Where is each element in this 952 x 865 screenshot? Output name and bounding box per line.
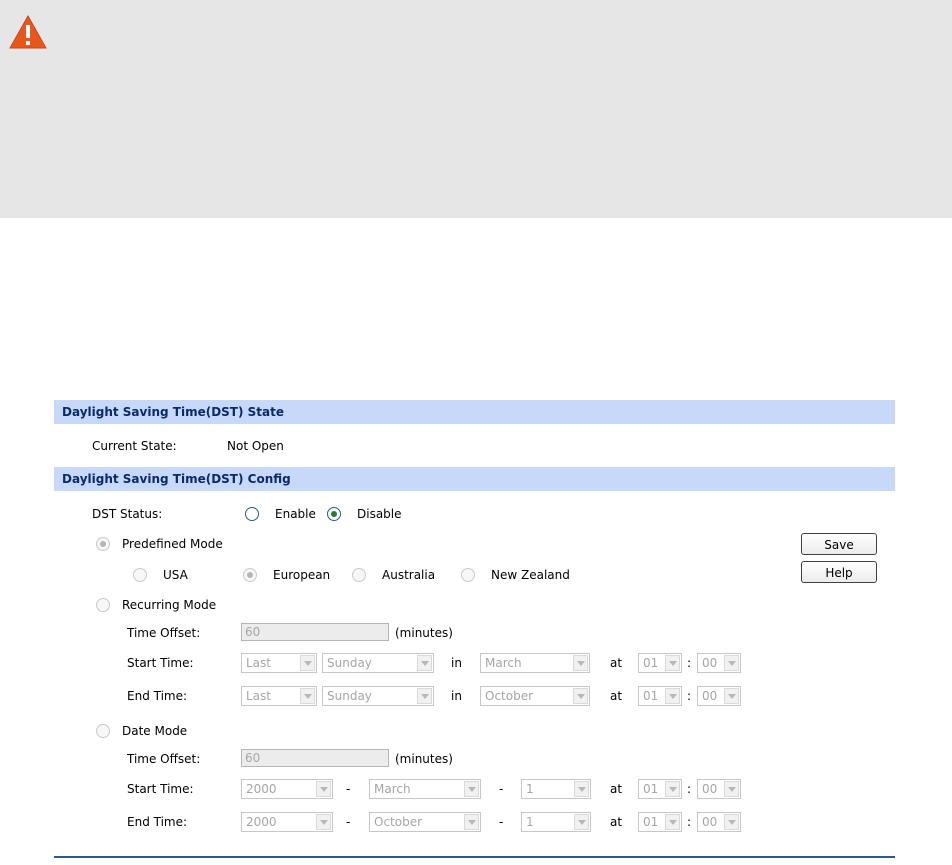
- recurring-end-month-select[interactable]: October: [480, 686, 590, 706]
- dst-state-header: Daylight Saving Time(DST) State: [54, 400, 895, 424]
- enable-radio[interactable]: [245, 507, 259, 521]
- chevron-down-icon: [574, 814, 589, 830]
- chevron-down-icon: [724, 688, 739, 704]
- european-radio[interactable]: [243, 568, 257, 582]
- chevron-down-icon: [665, 814, 680, 830]
- date-end-time-label: End Time:: [127, 815, 188, 829]
- dst-config-header: Daylight Saving Time(DST) Config: [54, 467, 895, 491]
- chevron-down-icon: [724, 655, 739, 671]
- date-start-minute-select[interactable]: 00: [697, 779, 741, 799]
- date-minutes-label: (minutes): [395, 752, 453, 766]
- dst-status-label: DST Status:: [92, 507, 163, 521]
- date-end-hour-select[interactable]: 01: [638, 812, 682, 832]
- predefined-mode-radio[interactable]: [96, 537, 110, 551]
- date-mode-label: Date Mode: [122, 724, 188, 738]
- recurring-time-offset-label: Time Offset:: [127, 626, 201, 640]
- chevron-down-icon: [724, 814, 739, 830]
- recurring-start-hour-select[interactable]: 01: [638, 653, 682, 673]
- recurring-end-minute-select[interactable]: 00: [697, 686, 741, 706]
- recurring-start-day-select[interactable]: Sunday: [322, 653, 434, 673]
- dash-label: -: [346, 815, 351, 829]
- chevron-down-icon: [316, 814, 331, 830]
- at-label: at: [610, 782, 623, 796]
- dash-label: -: [499, 782, 504, 796]
- colon-label: :: [687, 815, 692, 829]
- recurring-start-time-label: Start Time:: [127, 656, 194, 670]
- date-start-day-select[interactable]: 1: [521, 779, 591, 799]
- australia-label: Australia: [382, 568, 436, 582]
- dash-label: -: [346, 782, 351, 796]
- recurring-time-offset-input[interactable]: 60: [241, 623, 389, 641]
- chevron-down-icon: [464, 814, 479, 830]
- warning-icon: [9, 14, 47, 49]
- chevron-down-icon: [300, 655, 315, 671]
- at-label: at: [610, 656, 623, 670]
- enable-label: Enable: [275, 507, 316, 521]
- help-button[interactable]: Help: [801, 561, 877, 583]
- chevron-down-icon: [724, 781, 739, 797]
- colon-label: :: [687, 656, 692, 670]
- colon-label: :: [687, 782, 692, 796]
- warning-banner: [0, 0, 952, 218]
- usa-label: USA: [163, 568, 188, 582]
- recurring-start-month-select[interactable]: March: [480, 653, 590, 673]
- date-end-year-select[interactable]: 2000: [241, 812, 333, 832]
- date-start-year-select[interactable]: 2000: [241, 779, 333, 799]
- chevron-down-icon: [464, 781, 479, 797]
- at-label: at: [610, 689, 623, 703]
- colon-label: :: [687, 689, 692, 703]
- date-end-month-select[interactable]: October: [369, 812, 481, 832]
- chevron-down-icon: [417, 688, 432, 704]
- date-time-offset-input[interactable]: 60: [241, 749, 389, 767]
- australia-radio[interactable]: [352, 568, 366, 582]
- bottom-divider: [54, 856, 895, 858]
- in-label: in: [451, 656, 462, 670]
- date-start-time-label: Start Time:: [127, 782, 194, 796]
- new-zealand-radio[interactable]: [461, 568, 475, 582]
- date-start-hour-select[interactable]: 01: [638, 779, 682, 799]
- recurring-start-week-select[interactable]: Last: [241, 653, 317, 673]
- chevron-down-icon: [665, 781, 680, 797]
- recurring-end-hour-select[interactable]: 01: [638, 686, 682, 706]
- recurring-mode-radio[interactable]: [96, 598, 110, 612]
- recurring-start-minute-select[interactable]: 00: [697, 653, 741, 673]
- recurring-end-day-select[interactable]: Sunday: [322, 686, 434, 706]
- current-state-value: Not Open: [227, 439, 284, 453]
- dash-label: -: [499, 815, 504, 829]
- date-start-month-select[interactable]: March: [369, 779, 481, 799]
- recurring-minutes-label: (minutes): [395, 626, 453, 640]
- chevron-down-icon: [316, 781, 331, 797]
- chevron-down-icon: [574, 781, 589, 797]
- in-label: in: [451, 689, 462, 703]
- chevron-down-icon: [665, 688, 680, 704]
- recurring-end-time-label: End Time:: [127, 689, 188, 703]
- new-zealand-label: New Zealand: [491, 568, 570, 582]
- chevron-down-icon: [665, 655, 680, 671]
- disable-radio[interactable]: [327, 507, 341, 521]
- chevron-down-icon: [300, 688, 315, 704]
- date-mode-radio[interactable]: [96, 724, 110, 738]
- recurring-end-week-select[interactable]: Last: [241, 686, 317, 706]
- disable-label: Disable: [357, 507, 402, 521]
- at-label: at: [610, 815, 623, 829]
- chevron-down-icon: [417, 655, 432, 671]
- usa-radio[interactable]: [133, 568, 147, 582]
- european-label: European: [273, 568, 331, 582]
- save-button[interactable]: Save: [801, 533, 877, 555]
- recurring-mode-label: Recurring Mode: [122, 598, 217, 612]
- chevron-down-icon: [573, 688, 588, 704]
- date-end-minute-select[interactable]: 00: [697, 812, 741, 832]
- predefined-mode-label: Predefined Mode: [122, 537, 223, 551]
- current-state-label: Current State:: [92, 439, 177, 453]
- date-end-day-select[interactable]: 1: [521, 812, 591, 832]
- chevron-down-icon: [573, 655, 588, 671]
- date-time-offset-label: Time Offset:: [127, 752, 201, 766]
